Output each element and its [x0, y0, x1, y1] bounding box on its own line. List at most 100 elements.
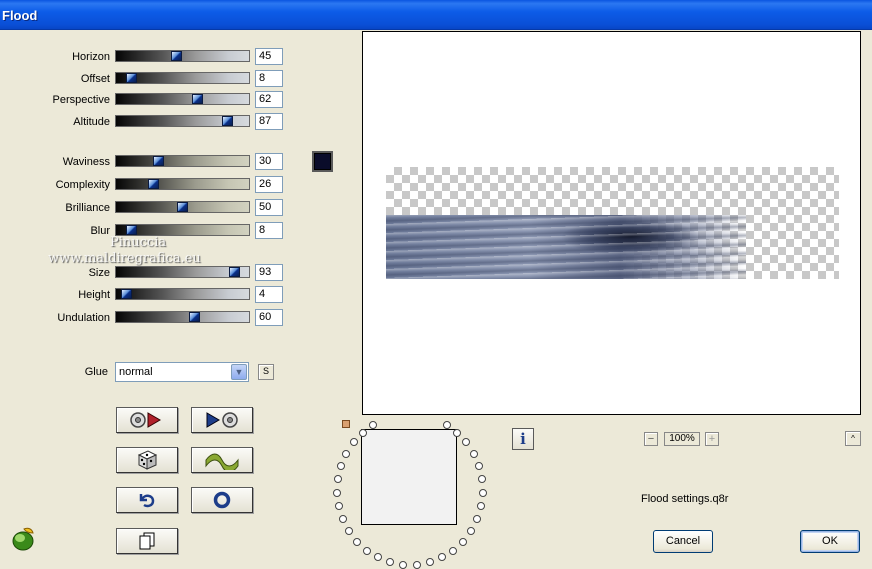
altitude-slider-thumb[interactable] — [222, 116, 233, 126]
altitude-value-field[interactable]: 87 — [255, 113, 283, 130]
disc-play-left-button[interactable] — [116, 407, 178, 433]
position-dot[interactable] — [386, 558, 394, 566]
height-slider-thumb[interactable] — [121, 289, 132, 299]
position-dot[interactable] — [337, 462, 345, 470]
position-dot[interactable] — [333, 489, 341, 497]
brilliance-slider[interactable] — [115, 201, 250, 213]
wave-icon — [205, 453, 239, 470]
position-dot[interactable] — [342, 450, 350, 458]
glue-s-button[interactable]: S — [258, 364, 274, 380]
glue-select[interactable]: normal ▼ — [115, 362, 249, 382]
brilliance-value-field[interactable]: 50 — [255, 199, 283, 216]
size-slider[interactable] — [115, 266, 250, 278]
info-button[interactable]: i — [512, 428, 534, 450]
waviness-value-field[interactable]: 30 — [255, 153, 283, 170]
chevron-down-icon[interactable]: ▼ — [231, 364, 247, 380]
complexity-slider-thumb[interactable] — [148, 179, 159, 189]
position-dot[interactable] — [353, 538, 361, 546]
complexity-slider[interactable] — [115, 178, 250, 190]
position-dot[interactable] — [413, 561, 421, 569]
ok-button[interactable]: OK — [800, 530, 860, 553]
height-slider[interactable] — [115, 288, 250, 300]
undo-button[interactable] — [116, 487, 178, 513]
glue-select-value: normal — [119, 366, 153, 378]
undo-arrow-icon — [139, 494, 155, 508]
position-dot[interactable] — [475, 462, 483, 470]
position-dot[interactable] — [339, 515, 347, 523]
position-dot[interactable] — [470, 450, 478, 458]
waviness-label: Waviness — [62, 156, 110, 168]
size-value-field[interactable]: 93 — [255, 264, 283, 281]
position-dot[interactable] — [467, 527, 475, 535]
size-slider-thumb[interactable] — [229, 267, 240, 277]
random-button[interactable] — [116, 447, 178, 473]
play-disc-right-button[interactable] — [191, 407, 253, 433]
position-dot[interactable] — [478, 475, 486, 483]
wave-button[interactable] — [191, 447, 253, 473]
position-dot[interactable] — [459, 538, 467, 546]
position-dot[interactable] — [374, 553, 382, 561]
position-dot[interactable] — [453, 429, 461, 437]
perspective-slider[interactable] — [115, 93, 250, 105]
collapse-button[interactable]: ^ — [845, 431, 861, 446]
horizon-slider[interactable] — [115, 50, 250, 62]
perspective-value-field[interactable]: 62 — [255, 91, 283, 108]
perspective-slider-thumb[interactable] — [192, 94, 203, 104]
waviness-slider[interactable] — [115, 155, 250, 167]
perspective-label: Perspective — [52, 94, 110, 106]
preview-canvas[interactable] — [362, 31, 861, 415]
copy-button[interactable] — [116, 528, 178, 554]
title-bar[interactable]: Flood — [0, 0, 872, 30]
position-dot[interactable] — [473, 515, 481, 523]
water-color-swatch[interactable] — [312, 151, 333, 172]
ring-icon — [213, 491, 231, 509]
position-dot[interactable] — [462, 438, 470, 446]
horizon-slider-thumb[interactable] — [171, 51, 182, 61]
position-dot[interactable] — [479, 489, 487, 497]
position-dot[interactable] — [350, 438, 358, 446]
altitude-slider[interactable] — [115, 115, 250, 127]
size-label: Size — [88, 267, 110, 279]
offset-label: Offset — [80, 73, 110, 85]
position-dot[interactable] — [345, 527, 353, 535]
reset-button[interactable] — [191, 487, 253, 513]
horizon-value-field[interactable]: 45 — [255, 48, 283, 65]
position-dot[interactable] — [426, 558, 434, 566]
app-logo-icon — [12, 527, 34, 551]
offset-slider[interactable] — [115, 72, 250, 84]
brilliance-label: Brilliance — [65, 202, 110, 214]
position-dot[interactable] — [449, 547, 457, 555]
undulation-slider-thumb[interactable] — [189, 312, 200, 322]
undulation-slider[interactable] — [115, 311, 250, 323]
height-label: Height — [78, 289, 110, 301]
position-dot[interactable] — [359, 429, 367, 437]
position-dot[interactable] — [335, 502, 343, 510]
horizon-label: Horizon — [72, 51, 110, 63]
position-dot[interactable] — [334, 475, 342, 483]
mini-preview[interactable] — [361, 429, 457, 525]
offset-value-field[interactable]: 8 — [255, 70, 283, 87]
blur-value-field[interactable]: 8 — [255, 222, 283, 239]
blur-slider-thumb[interactable] — [126, 225, 137, 235]
undulation-value-field[interactable]: 60 — [255, 309, 283, 326]
complexity-value-field[interactable]: 26 — [255, 176, 283, 193]
height-value-field[interactable]: 4 — [255, 286, 283, 303]
cancel-button[interactable]: Cancel — [653, 530, 713, 553]
position-dot[interactable] — [369, 421, 377, 429]
copy-pages-icon — [139, 532, 155, 550]
waviness-slider-thumb[interactable] — [153, 156, 164, 166]
brilliance-slider-thumb[interactable] — [177, 202, 188, 212]
zoom-out-button[interactable]: − — [644, 432, 658, 446]
undulation-label: Undulation — [57, 312, 110, 324]
position-dot[interactable] — [443, 421, 451, 429]
position-dot[interactable] — [399, 561, 407, 569]
zoom-in-button[interactable]: + — [705, 432, 719, 446]
position-dot[interactable] — [477, 502, 485, 510]
offset-slider-thumb[interactable] — [126, 73, 137, 83]
blur-slider[interactable] — [115, 224, 250, 236]
glue-label: Glue — [84, 366, 108, 378]
complexity-label: Complexity — [55, 179, 110, 191]
ring-start-marker[interactable] — [342, 420, 350, 428]
position-dot[interactable] — [363, 547, 371, 555]
position-dot[interactable] — [438, 553, 446, 561]
